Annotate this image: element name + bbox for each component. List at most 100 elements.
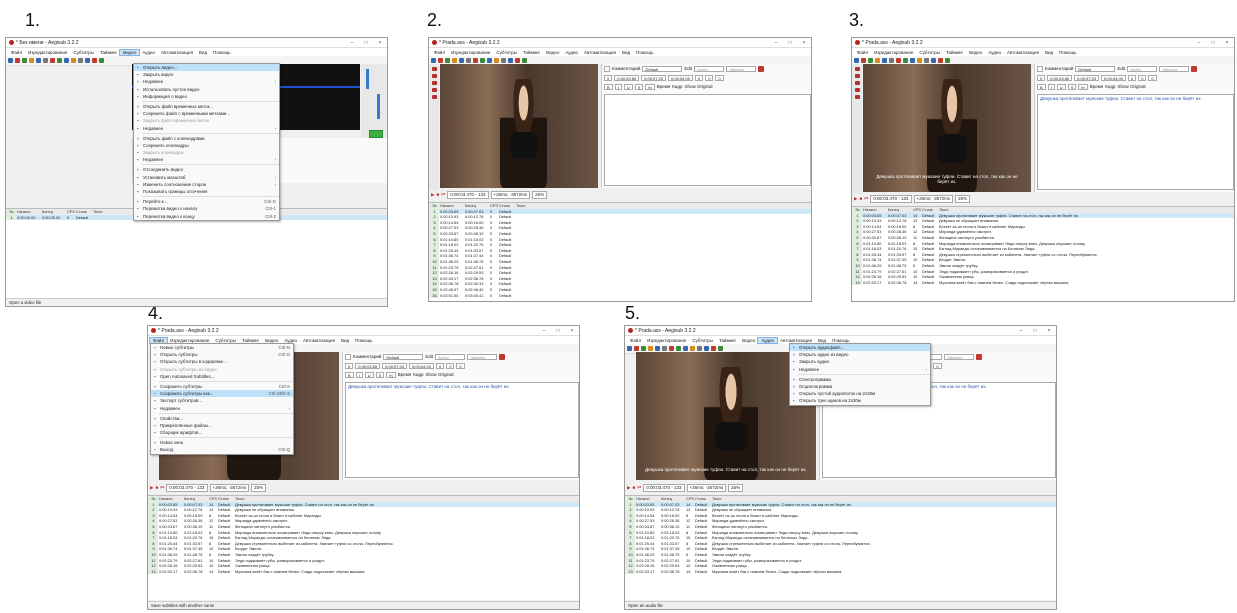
format-button[interactable]: S [634, 83, 644, 90]
time-radio-label[interactable]: Время [657, 84, 671, 89]
video-display[interactable]: Девушка протягивает мужские туфли. Стави… [863, 64, 1031, 192]
toolbar-icon[interactable] [889, 58, 894, 63]
menu-1[interactable]: Файл [627, 338, 644, 343]
toolbar-icon[interactable] [99, 58, 104, 63]
delete-button[interactable] [976, 353, 983, 360]
seek-time-display[interactable]: 0:00:03.470 - 133 [643, 483, 685, 492]
menu-3[interactable]: Субтитры [70, 50, 97, 55]
show-original-checkbox[interactable]: Show Original [1118, 84, 1146, 89]
menu-item[interactable]: ▪ Свойства... [151, 415, 293, 422]
menu-8[interactable]: Вид [338, 338, 352, 343]
table-row[interactable]: 16 0:03:01.55 0:03:05.41 0 Default [429, 292, 811, 299]
actor-field[interactable]: Актёр [694, 65, 725, 72]
time-field[interactable]: 0 [345, 362, 354, 369]
subtitle-text-editor[interactable] [604, 94, 811, 186]
time-field[interactable]: 0 [694, 74, 704, 81]
close-icon[interactable]: × [1220, 40, 1234, 46]
time-field[interactable]: 0:00:04.00 [1101, 74, 1126, 81]
time-field[interactable]: 0 [456, 362, 465, 369]
menu-4[interactable]: Тайминг [716, 338, 739, 343]
menu-item[interactable]: ▪ Открыть трек шумов на 2x30м [790, 397, 930, 404]
menu-2[interactable]: Изредактирование [167, 338, 212, 343]
toolbar-icon[interactable] [882, 58, 887, 63]
table-row[interactable]: 13 0:02:33.17 0:02:36.78 14 Default Мужчина в… [852, 279, 1234, 286]
playback-button[interactable]: ▶ [431, 192, 434, 198]
menu-item[interactable]: ▪ Закрыть видео [134, 71, 279, 78]
toolbar-icon[interactable] [634, 346, 639, 351]
menu-item[interactable]: ▪ Сохранить файл с временными метками... [134, 110, 279, 117]
effect-field[interactable]: Эффект [467, 353, 498, 360]
show-original-checkbox[interactable]: Show Original [685, 84, 713, 89]
menu-9[interactable]: Помощь [633, 50, 656, 55]
toolbar-icon[interactable] [648, 346, 653, 351]
time-field[interactable]: 0 [1037, 74, 1046, 81]
menu-8[interactable]: Вид [815, 338, 829, 343]
time-field[interactable]: 0:00:04.00 [409, 362, 434, 369]
menu-item[interactable]: ▪ Недавнее › [151, 405, 293, 412]
toolbar-icon[interactable] [8, 58, 13, 63]
menu-item[interactable]: ▪ Открыть пустой аудиопоток на 2x30м [790, 390, 930, 397]
menu-9[interactable]: Помощь [1056, 50, 1079, 55]
time-field[interactable]: 0 [715, 74, 724, 81]
effect-field[interactable]: Эффект [944, 353, 975, 360]
toolbar-icon[interactable] [36, 58, 41, 63]
zoom-select[interactable]: 25% [251, 483, 267, 492]
toolbar-icon[interactable] [854, 58, 859, 63]
toolbar-icon[interactable] [78, 58, 83, 63]
actor-field[interactable]: Актёр [1127, 65, 1158, 72]
video-side-controls[interactable] [852, 64, 862, 195]
toolbar-icon[interactable] [903, 58, 908, 63]
style-select[interactable]: Default [383, 353, 424, 360]
toolbar-icon[interactable] [71, 58, 76, 63]
format-button[interactable]: fn [645, 83, 655, 90]
menu-6[interactable]: Аудио [281, 338, 300, 343]
menu-5[interactable]: Видео [543, 50, 562, 55]
zoom-select[interactable]: 25% [955, 194, 971, 203]
toolbar-icon[interactable] [64, 58, 69, 63]
effect-field[interactable]: Эффект [726, 65, 757, 72]
toolbar-icon[interactable] [676, 346, 681, 351]
toolbar-icon[interactable] [896, 58, 901, 63]
menu-9[interactable]: Помощь [352, 338, 375, 343]
time-field[interactable]: 0:00:07.03 [1074, 74, 1100, 81]
toolbar-icon[interactable] [697, 346, 702, 351]
playback-button[interactable]: ⏮ [637, 485, 641, 490]
seek-bar[interactable]: ▶ ■ ⏮ 0:00:03.470 - 133 +26ms; -3672ms 25% [148, 483, 579, 492]
format-button[interactable]: B [345, 371, 354, 378]
menu-3[interactable]: Субтитры [689, 338, 716, 343]
menu-item[interactable]: ▪ Осциллограмма [790, 383, 930, 390]
toolbar-icon[interactable] [627, 346, 632, 351]
menu-item[interactable]: ▪ Открыть аудиофайл... [790, 344, 930, 352]
menu-item[interactable]: ▪ Открыть файл с ключкадрами [134, 135, 279, 142]
time-radio-label[interactable]: Время [1090, 84, 1104, 89]
menu-item[interactable]: ▪ Сохранить субтитры Ctrl-S [151, 383, 293, 390]
menu-3[interactable]: Субтитры [493, 50, 520, 55]
menu-item[interactable]: ▪ Перемотка видео к концу Ctrl-2 [134, 213, 279, 220]
menu-item[interactable]: ▪ Информация о видео [134, 93, 279, 100]
minimize-icon[interactable]: – [345, 40, 359, 46]
time-field[interactable]: 0:00:07.03 [641, 74, 667, 81]
delete-button[interactable] [1191, 65, 1198, 72]
menu-item[interactable]: ▪ Недавнее › [134, 78, 279, 85]
style-select[interactable]: Default [1075, 65, 1116, 72]
toolbar-icon[interactable] [711, 346, 716, 351]
menu-6[interactable]: Аудио [985, 50, 1004, 55]
toolbar-icon[interactable] [445, 58, 450, 63]
menu-3[interactable]: Субтитры [212, 338, 239, 343]
commit-button[interactable] [369, 130, 383, 138]
delete-button[interactable] [499, 353, 506, 360]
subtitle-grid[interactable]: № Начало Конец CPS Стиль Текст 1 0:00:03.65 0:00… [429, 202, 811, 301]
menu-item[interactable]: ▪ Использовать пустое видео [134, 86, 279, 93]
seek-bar[interactable]: ▶ ■ ⏮ 0:00:03.470 - 133 +26ms; -3672ms 25% [852, 194, 1234, 203]
close-icon[interactable]: × [1042, 328, 1056, 334]
toolbar-icon[interactable] [704, 346, 709, 351]
toolbar-icon[interactable] [452, 58, 457, 63]
toolbar-icon[interactable] [868, 58, 873, 63]
menu-7[interactable]: Автоматизация [300, 338, 338, 343]
toolbar-icon[interactable] [43, 58, 48, 63]
subtitle-text-editor[interactable]: Девушка протягивает мужские туфли. Стави… [345, 382, 579, 478]
toolbar-icon[interactable] [655, 346, 660, 351]
table-row[interactable]: 13 0:02:33.17 0:02:36.78 14 Default Мужчина в… [148, 568, 579, 575]
seek-time-display[interactable]: 0:00:03.470 - 133 [447, 190, 489, 199]
menu-item[interactable]: ▪ Недавнее › [790, 366, 930, 373]
